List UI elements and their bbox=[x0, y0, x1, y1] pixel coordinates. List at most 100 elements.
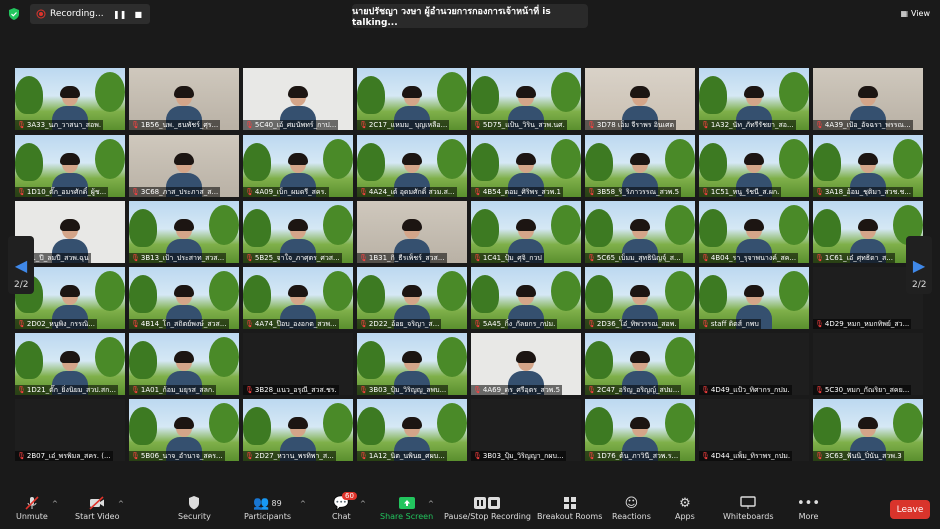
participant-tile[interactable]: 🎙 2B07_เอ๋_พรพิมล_สคร. (... bbox=[15, 399, 125, 461]
participant-tile[interactable]: 🎙 2D22_อ้อย_จริญา_ส... bbox=[357, 267, 467, 329]
participant-tile[interactable]: 🎙 2D36_โอ๋_ทิพวรรณ_สอพ. bbox=[585, 267, 695, 329]
participant-tile[interactable]: 🎙 5B25_จาใจ_ภาศุตร_ศวส... bbox=[243, 201, 353, 263]
chevron-up-icon[interactable]: ^ bbox=[428, 500, 434, 508]
participant-tile[interactable]: 🎙 1B56_นพ._ธนพัชร์_ศุร... bbox=[129, 68, 239, 130]
participants-button[interactable]: 👥 89 Participants bbox=[244, 494, 291, 522]
participant-tile[interactable]: 🎙 3B58_ริ_ริภาวรรณ_สวพ.5 bbox=[585, 135, 695, 197]
microphone-muted-icon: 🎙 bbox=[473, 452, 482, 460]
microphone-muted-icon: 🎙 bbox=[245, 386, 254, 394]
chevron-up-icon[interactable]: ^ bbox=[360, 500, 366, 508]
participant-tile[interactable]: 🎙 4D44_แพ็ม_ทิราพร_กปม. bbox=[699, 399, 809, 461]
shield-icon[interactable] bbox=[8, 8, 20, 20]
participant-tile[interactable]: 🎙 4A39_เป้อ_อัจฉรา_พรรณ... bbox=[813, 68, 923, 130]
tree-graphic bbox=[779, 205, 809, 245]
active-speaker-banner: นายปรัชญา วงษา ผู้อำนวยการกองการเจ้าหน้า… bbox=[352, 4, 588, 28]
participant-tile[interactable]: 🎙 5A45_กิ้ง_กัลยกร_กปม. bbox=[471, 267, 581, 329]
recording-indicator: Recording... ❚❚ ■ bbox=[30, 4, 150, 24]
start-video-label: Start Video bbox=[75, 512, 120, 521]
apps-icon: ⚙ bbox=[679, 495, 691, 511]
chevron-up-icon[interactable]: ^ bbox=[52, 500, 58, 508]
shield-icon bbox=[187, 494, 201, 512]
tree-graphic bbox=[893, 403, 923, 443]
tree-graphic bbox=[437, 139, 467, 179]
participant-tile[interactable]: 🎙 3D78 เอ็ม จีราพร อินเศต bbox=[585, 68, 695, 130]
participant-name: 🎙 4D29_หมก_หมกทิพย์_สว... bbox=[813, 319, 912, 329]
security-button[interactable]: Security bbox=[178, 494, 211, 521]
chevron-up-icon[interactable]: ^ bbox=[300, 500, 306, 508]
participant-tile[interactable]: 🎙 1D76_ต้น_ภาวินี_สวพ.ร... bbox=[585, 399, 695, 461]
microphone-muted-icon: 🎙 bbox=[17, 452, 26, 460]
participant-tile[interactable]: 🎙 4D49_แป้ว_ทิศากร_กปม. bbox=[699, 333, 809, 395]
participant-tile[interactable]: 🎙 4A09_เบ็ก_ผมดรี_สคร. bbox=[243, 135, 353, 197]
participant-tile[interactable]: 🎙 5C65_เบ็มม_สุทธินิญจุ์_ส... bbox=[585, 201, 695, 263]
participant-tile[interactable]: 🎙 2D27_หวาน_พรทิพา_ส... bbox=[243, 399, 353, 461]
participant-tile[interactable]: 🎙 3B03_ปุ้ม_วิริญญ_ลพบ... bbox=[357, 333, 467, 395]
participant-name: 🎙 3B58_ริ_ริภาวรรณ_สวพ.5 bbox=[585, 187, 682, 197]
participant-name-text: 3B58_ริ_ริภาวรรณ_สวพ.5 bbox=[596, 188, 680, 196]
video-off-icon bbox=[88, 494, 106, 512]
participant-name-text: 71_ปี_ลมปี_สวพ.ฉุน bbox=[26, 254, 89, 262]
participant-tile[interactable]: 🎙 4A24_เต้ อุดมศักดิ์ สวม.ส... bbox=[357, 135, 467, 197]
microphone-muted-icon: 🎙 bbox=[245, 320, 254, 328]
view-button[interactable]: ▦ View bbox=[900, 9, 930, 18]
start-video-button[interactable]: Start Video bbox=[75, 494, 120, 521]
participant-tile[interactable]: 🎙 3C63_ฟันนิ_ปิ่นัน_สวพ.3 bbox=[813, 399, 923, 461]
participant-tile[interactable]: 🎙 5B06_นาจ_อำนาจ_สคร... bbox=[129, 399, 239, 461]
participant-name-text: 2D02_หนูพิง_กรรณิ... bbox=[26, 320, 96, 328]
participant-tile[interactable]: 🎙 4A74_ป๊อบ_องอกต_สวพ... bbox=[243, 267, 353, 329]
participant-tile[interactable]: 🎙 3B28_แนว_อรุณี_สวส.ชร. bbox=[243, 333, 353, 395]
participant-tile[interactable]: 🎙 1D21_ตั๊ก_ยิ่งนิยม_สวป.สก... bbox=[15, 333, 125, 395]
participant-tile[interactable]: 🎙 1A12_นิต_นพินย_ศผบ... bbox=[357, 399, 467, 461]
whiteboards-button[interactable]: Whiteboards bbox=[723, 494, 774, 521]
participant-name: 🎙 5B06_นาจ_อำนาจ_สคร... bbox=[129, 451, 225, 461]
participant-tile[interactable]: 🎙 3B03_ปุ้ม_วิริญญา_กผบ... bbox=[471, 399, 581, 461]
participant-name-text: 4D29_หมก_หมกทิพย์_สว... bbox=[824, 320, 910, 328]
participant-name-text: 4D49_แป้ว_ทิศากร_กปม. bbox=[710, 386, 790, 394]
pause-stop-recording-button[interactable]: Pause/Stop Recording bbox=[444, 494, 531, 521]
participant-name-text: 4A39_เป้อ_อัจฉรา_พรรณ... bbox=[824, 121, 911, 129]
participant-tile[interactable]: 🎙 1C41_ปุ้ม_ศุจิ_กวป bbox=[471, 201, 581, 263]
share-screen-button[interactable]: Share Screen bbox=[380, 494, 433, 521]
tree-graphic bbox=[357, 143, 385, 181]
participant-tile[interactable]: 🎙 1C51_หนู_รัชนี_ส.ผก. bbox=[699, 135, 809, 197]
participant-tile[interactable]: 🎙 5C30_หมก_กัณริยา_สคย... bbox=[813, 333, 923, 395]
participant-tile[interactable]: 🎙 2C17_แหมม_ บุญเหลือ... bbox=[357, 68, 467, 130]
participant-tile[interactable]: 🎙 3A18_อ้อม_ชุติมา_สวช.ช... bbox=[813, 135, 923, 197]
breakout-rooms-button[interactable]: Breakout Rooms bbox=[537, 494, 602, 521]
pause-stop-recording-label: Pause/Stop Recording bbox=[444, 512, 531, 521]
chevron-up-icon[interactable]: ^ bbox=[118, 500, 124, 508]
participant-name-text: 2D27_หวาน_พรทิพา_ส... bbox=[254, 452, 334, 460]
participant-tile[interactable]: 🎙 5D75_แป้น_วิริน_สวพ.นศ. bbox=[471, 68, 581, 130]
participant-tile[interactable]: 🎙 3C68_ภาส_ประภาส_ส... bbox=[129, 135, 239, 197]
leave-button[interactable]: Leave bbox=[890, 500, 930, 519]
participant-tile[interactable]: 🎙 1A32_นัท_ภัทรีรัชยา_สอ... bbox=[699, 68, 809, 130]
participant-tile[interactable]: 🎙 4A69_ดร_ศรีอุตร_สวพ.5 bbox=[471, 333, 581, 395]
participant-tile[interactable]: 🎙 2C47_อริญ_อริญญ์_สปม... bbox=[585, 333, 695, 395]
participant-tile[interactable]: 🎙 4B04_รา_รุจาพนางค์_สค... bbox=[699, 201, 809, 263]
participant-tile[interactable]: 🎙 4B54_ตอม_ศิริพร_สวพ.1 bbox=[471, 135, 581, 197]
participant-name-text: 1D76_ต้น_ภาวินี_สวพ.ร... bbox=[596, 452, 679, 460]
participant-name-text: 3B13_เป้า_ประสาท_สวส... bbox=[140, 254, 225, 262]
participant-name: 🎙 1C41_ปุ้ม_ศุจิ_กวป bbox=[471, 253, 544, 263]
chat-badge: 60 bbox=[342, 492, 357, 500]
reactions-button[interactable]: ☺ Reactions bbox=[612, 494, 651, 522]
unmute-button[interactable]: Unmute bbox=[16, 494, 48, 521]
participant-tile[interactable]: 🎙 3A33_นภ_วาสนา_สอพ. bbox=[15, 68, 125, 130]
tree-graphic bbox=[129, 275, 157, 313]
participant-tile[interactable]: 🎙 4B14_โก_สถิตย์พงษ์_สวส... bbox=[129, 267, 239, 329]
participant-tile[interactable]: 🎙 1B31_กิ_ธีรเพ็ชร์_สวส... bbox=[357, 201, 467, 263]
stop-icon[interactable]: ■ bbox=[134, 10, 142, 19]
participant-tile[interactable]: 🎙 staff ติตส์_กพบ bbox=[699, 267, 809, 329]
participant-name-text: 4A74_ป๊อบ_องอกต_สวพ... bbox=[254, 320, 337, 328]
participant-tile[interactable]: 🎙 1A01_ก้อม_มยุรส_สลก. bbox=[129, 333, 239, 395]
tree-graphic bbox=[813, 407, 841, 445]
more-button[interactable]: ••• More bbox=[797, 494, 820, 522]
participant-name: 🎙 3A18_อ้อม_ชุติมา_สวช.ช... bbox=[813, 187, 914, 197]
participant-tile[interactable]: 🎙 1D10_ตั๊ก_อมรศักดิ์_ผู้ช... bbox=[15, 135, 125, 197]
participant-name: 🎙 3C68_ภาส_ประภาส_ส... bbox=[129, 187, 221, 197]
participant-tile[interactable]: 🎙 5C40_เอ้_ศมนัพทร์_กาป... bbox=[243, 68, 353, 130]
apps-button[interactable]: ⚙ Apps bbox=[675, 494, 695, 522]
microphone-muted-icon: 🎙 bbox=[359, 320, 368, 328]
pause-icon[interactable]: ❚❚ bbox=[113, 10, 126, 19]
participant-tile[interactable]: 🎙 3B13_เป้า_ประสาท_สวส... bbox=[129, 201, 239, 263]
